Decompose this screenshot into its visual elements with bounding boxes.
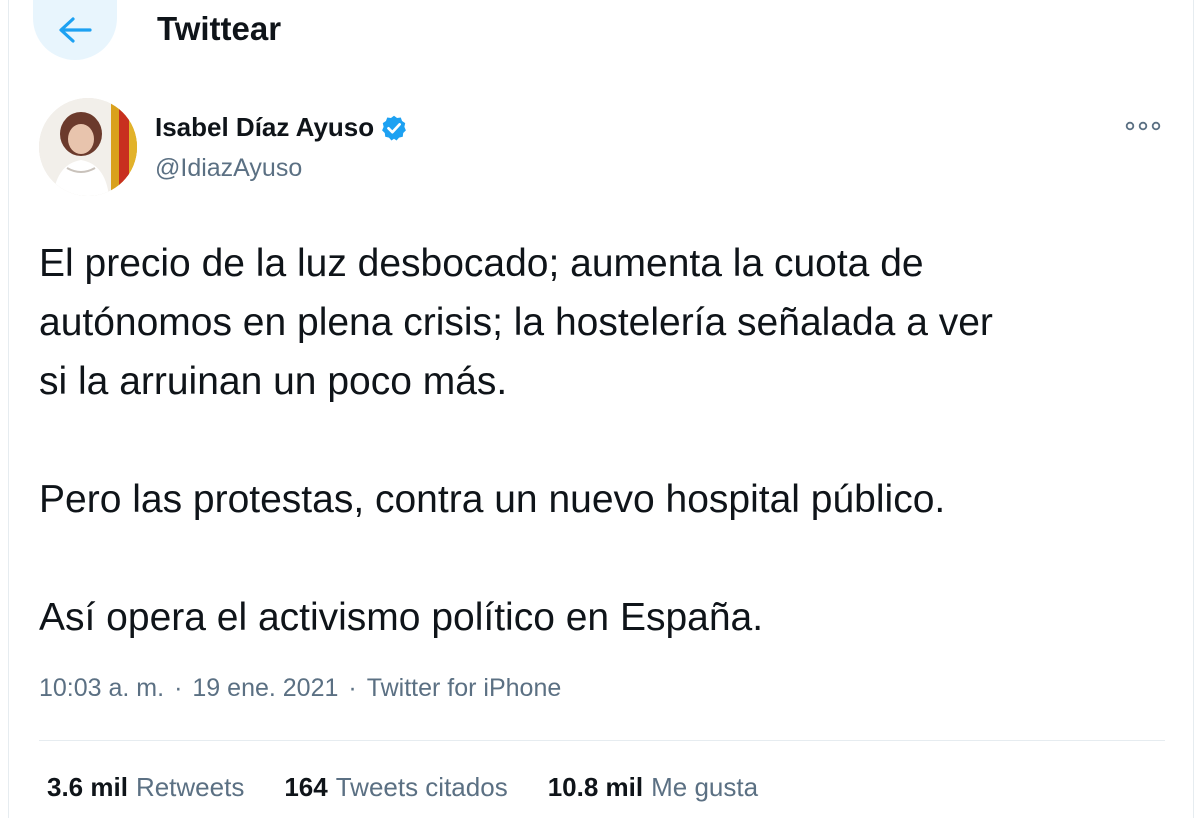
quote-tweets-count: 164	[284, 772, 328, 802]
author-name-row[interactable]: Isabel Díaz Ayuso	[155, 112, 408, 143]
tweet-stats: 3.6 mil Retweets 164 Tweets citados 10.8 m…	[47, 772, 798, 803]
tweet-metadata: 10:03 a. m. · 19 ene. 2021 · Twitter for iPh…	[39, 674, 561, 703]
tweet-text-line: Pero las protestas, contra un nuevo hosp…	[39, 478, 946, 521]
tweet-source[interactable]: Twitter for iPhone	[367, 674, 562, 702]
arrow-left-icon	[59, 17, 92, 43]
avatar[interactable]	[39, 98, 137, 196]
more-options-button[interactable]	[1121, 112, 1165, 140]
page-title: Twittear	[157, 10, 282, 47]
meta-separator: ·	[348, 674, 357, 702]
quote-tweets-label: Tweets citados	[335, 772, 508, 802]
page-header: Twittear	[8, 0, 1194, 79]
tweet-text: El precio de la luz desbocado; aumenta l…	[39, 234, 1159, 647]
likes-label: Me gusta	[651, 772, 759, 802]
retweets-count: 3.6 mil	[47, 772, 128, 802]
tweet-text-line: Así opera el activismo político en Españ…	[39, 596, 764, 639]
meta-separator: ·	[174, 674, 183, 702]
quote-tweets-stat[interactable]: 164 Tweets citados	[284, 772, 507, 803]
tweet-text-line: si la arruinan un poco más.	[39, 360, 508, 403]
verified-badge-icon	[380, 114, 408, 142]
profile-photo	[39, 98, 137, 196]
back-button[interactable]	[33, 0, 117, 60]
author-handle[interactable]: @IdiazAyuso	[155, 154, 302, 183]
tweet-card: Isabel Díaz Ayuso @IdiazAyuso El precio …	[8, 78, 1194, 818]
likes-count: 10.8 mil	[547, 772, 644, 802]
more-dots-icon	[1125, 121, 1161, 131]
tweet-text-line: El precio de la luz desbocado; aumenta l…	[39, 242, 924, 285]
tweet-text-line: autónomos en plena crisis; la hostelería…	[39, 301, 993, 344]
retweets-stat[interactable]: 3.6 mil Retweets	[47, 772, 244, 803]
tweet-date[interactable]: 19 ene. 2021	[192, 674, 338, 702]
likes-stat[interactable]: 10.8 mil Me gusta	[548, 772, 758, 803]
retweets-label: Retweets	[135, 772, 245, 802]
author-display-name[interactable]: Isabel Díaz Ayuso	[155, 112, 374, 143]
divider	[39, 740, 1165, 741]
tweet-page: Twittear Isabel Díaz Ayuso @IdiazAyuso E…	[0, 0, 1200, 818]
tweet-time[interactable]: 10:03 a. m.	[39, 674, 164, 702]
